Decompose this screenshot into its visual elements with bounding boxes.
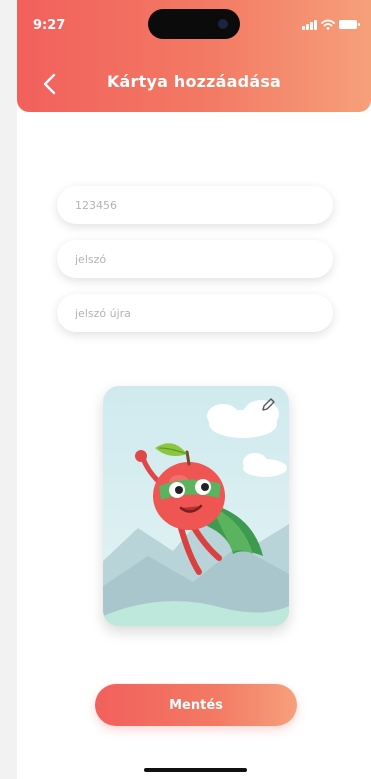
phone-screen: 9:27 Kártya hozzáadása 123456 Mentés <box>17 0 371 779</box>
superhero-apple-illustration <box>103 386 289 626</box>
camera-dot <box>218 19 228 29</box>
home-indicator[interactable] <box>144 768 247 772</box>
status-icons <box>302 19 360 30</box>
battery-icon <box>339 20 360 29</box>
save-button[interactable]: Mentés <box>95 684 297 726</box>
page-title: Kártya hozzáadása <box>106 72 282 91</box>
status-time: 9:27 <box>33 18 66 33</box>
pencil-icon[interactable] <box>259 396 277 414</box>
header: 9:27 Kártya hozzáadása <box>17 0 371 112</box>
wifi-icon <box>321 19 335 30</box>
dynamic-island <box>148 9 240 39</box>
password-repeat-input[interactable] <box>57 294 333 332</box>
card-image[interactable] <box>103 386 289 626</box>
card-number-input[interactable] <box>57 186 333 224</box>
password-input[interactable] <box>57 240 333 278</box>
signal-icon <box>302 19 317 30</box>
